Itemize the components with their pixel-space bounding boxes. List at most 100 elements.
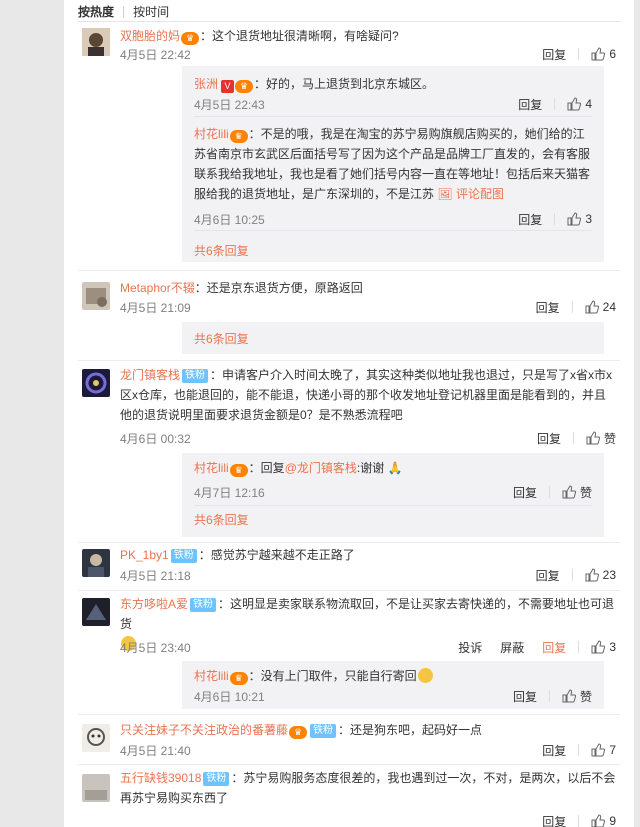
like-button[interactable]: 6 [578,47,616,61]
reply-block: 村花lili ♛ ：没有上门取件，只能自行寄回 4月6日 10:21 回复 赞 [182,661,604,709]
like-button[interactable]: 3 [578,640,616,654]
vip-icon: ♛ [229,130,248,143]
like-count: 3 [585,212,592,226]
reply-button[interactable]: 回复 [536,567,560,584]
comment-meta: 4月5日 21:40 回复 7 [120,741,616,759]
vip-icon: ♛ [235,80,254,93]
timestamp: 4月6日 10:21 [194,689,265,704]
divider [78,590,620,591]
reply-button[interactable]: 回复 [537,430,561,447]
fan-badge: 铁粉 [182,369,209,383]
username[interactable]: 东方哆啦A爱 [120,597,188,611]
reply-text: 张洲 V ♛ ：好的，马上退货到北京东城区。 [194,74,594,94]
vip-icon: ♛ [229,464,248,477]
like-button[interactable]: 9 [578,814,616,827]
reply-meta: 4月7日 12:16 回复 赞 [194,483,592,501]
username[interactable]: PK_1by1 [120,548,169,562]
divider [78,270,620,271]
timestamp: 4月7日 12:16 [194,485,265,500]
username[interactable]: 只关注妹子不关注政治的番薯藤 [120,723,288,737]
like-count: 3 [609,640,616,654]
fan-badge: 铁粉 [310,724,337,738]
username[interactable]: 村花lili [194,127,229,141]
reply-button[interactable]: 回复 [518,96,542,113]
comment-text: 五行缺钱39018 铁粉 ：苏宁易购服务态度很差的，我也遇到过一次，不对，是两次，以… [120,768,616,808]
sort-bar: 按热度 | 按时间 [78,2,169,20]
timestamp: 4月5日 21:40 [120,743,191,758]
reply-button[interactable]: 回复 [542,639,566,656]
timestamp: 4月5日 21:09 [120,300,191,315]
divider [78,714,620,715]
username[interactable]: Metaphor不辍 [120,281,195,295]
comment-meta: 4月5日 21:18 回复 23 [120,566,616,584]
divider [78,360,620,361]
like-count: 24 [602,300,616,314]
avatar[interactable] [82,28,110,56]
avatar[interactable] [82,774,110,802]
avatar[interactable] [82,549,110,577]
username[interactable]: 龙门镇客栈 [120,368,180,382]
comment-text: 只关注妹子不关注政治的番薯藤 ♛ 铁粉 ：还是狗东吧，起码好一点 [120,720,616,740]
thumbs-up-icon [562,485,576,499]
more-replies-link[interactable]: 共6条回复 [194,242,249,259]
reply-body: ：好的，马上退货到北京东城区。 [254,77,435,91]
avatar[interactable] [82,369,110,397]
thumbs-up-icon [567,212,582,226]
reply-button[interactable]: 回复 [542,46,566,63]
comment-text: PK_1by1 铁粉 ：感觉苏宁越来越不走正路了 [120,545,616,565]
comment-meta: 4月5日 22:42 回复 6 [120,45,616,63]
cry-laugh-emoji-icon [417,668,433,683]
avatar[interactable] [82,598,110,626]
reply-button[interactable]: 回复 [542,813,566,827]
comment-image-link[interactable]: 🖼 评论配图 [437,187,504,201]
like-button[interactable]: 赞 [548,688,592,705]
comment-body: ：感觉苏宁越来越不走正路了 [198,548,355,562]
comment-meta: 回复 9 [120,812,616,827]
comment-text: 双胞胎的妈 ♛ ：这个退货地址很清晰啊，有啥疑问? [120,26,616,46]
like-count: 6 [609,47,616,61]
like-count: 赞 [579,485,592,500]
reply-button[interactable]: 回复 [536,299,560,316]
username[interactable]: 五行缺钱39018 [120,771,201,785]
reply-text: 村花lili ♛ ：回复@龙门镇客栈:谢谢 🙏 [194,461,403,477]
like-button[interactable]: 赞 [548,484,592,501]
comment-text: Metaphor不辍：还是京东退货方便，原路返回 [120,278,616,298]
reply-button[interactable]: 回复 [513,484,537,501]
sort-by-hot[interactable]: 按热度 [78,3,114,20]
more-replies-link[interactable]: 共6条回复 [194,511,249,528]
reply-button[interactable]: 回复 [518,211,542,228]
like-button[interactable]: 4 [554,97,592,111]
divider [194,230,592,231]
more-replies-link[interactable]: 共6条回复 [194,330,249,347]
like-count: 23 [602,568,616,582]
username[interactable]: 张洲 [194,77,218,91]
vip-icon: ♛ [229,672,248,685]
reply-meta: 4月6日 10:21 回复 赞 [194,687,592,705]
reply-block: 村花lili ♛ ：回复@龙门镇客栈:谢谢 🙏 4月7日 12:16 回复 赞 共6… [182,453,604,537]
username[interactable]: 村花lili [194,461,229,475]
like-count: 赞 [579,689,592,704]
reply-button[interactable]: 回复 [542,742,566,759]
username[interactable]: 双胞胎的妈 [120,29,180,43]
comment-meta: 4月5日 21:09 回复 24 [120,298,616,316]
mention-link[interactable]: @龙门镇客栈 [285,461,357,475]
thumbs-up-icon [591,743,606,757]
sort-by-time[interactable]: 按时间 [133,3,169,20]
avatar[interactable] [82,282,110,310]
thumbs-up-icon [591,814,606,827]
reply-button[interactable]: 回复 [513,688,537,705]
avatar[interactable] [82,724,110,752]
report-button[interactable]: 投诉 [458,639,482,656]
thumbs-up-icon [585,568,599,582]
like-button[interactable]: 3 [554,212,592,226]
like-button[interactable]: 赞 [572,430,616,447]
like-button[interactable]: 7 [578,743,616,757]
like-button[interactable]: 24 [571,300,616,314]
username[interactable]: 村花lili [194,669,229,683]
block-button[interactable]: 屏蔽 [500,639,524,656]
like-button[interactable]: 23 [571,568,616,582]
divider [78,542,620,543]
like-count: 赞 [603,431,616,446]
thumbs-up-icon [586,431,600,445]
comment-body: ：还是京东退货方便，原路返回 [194,281,363,295]
